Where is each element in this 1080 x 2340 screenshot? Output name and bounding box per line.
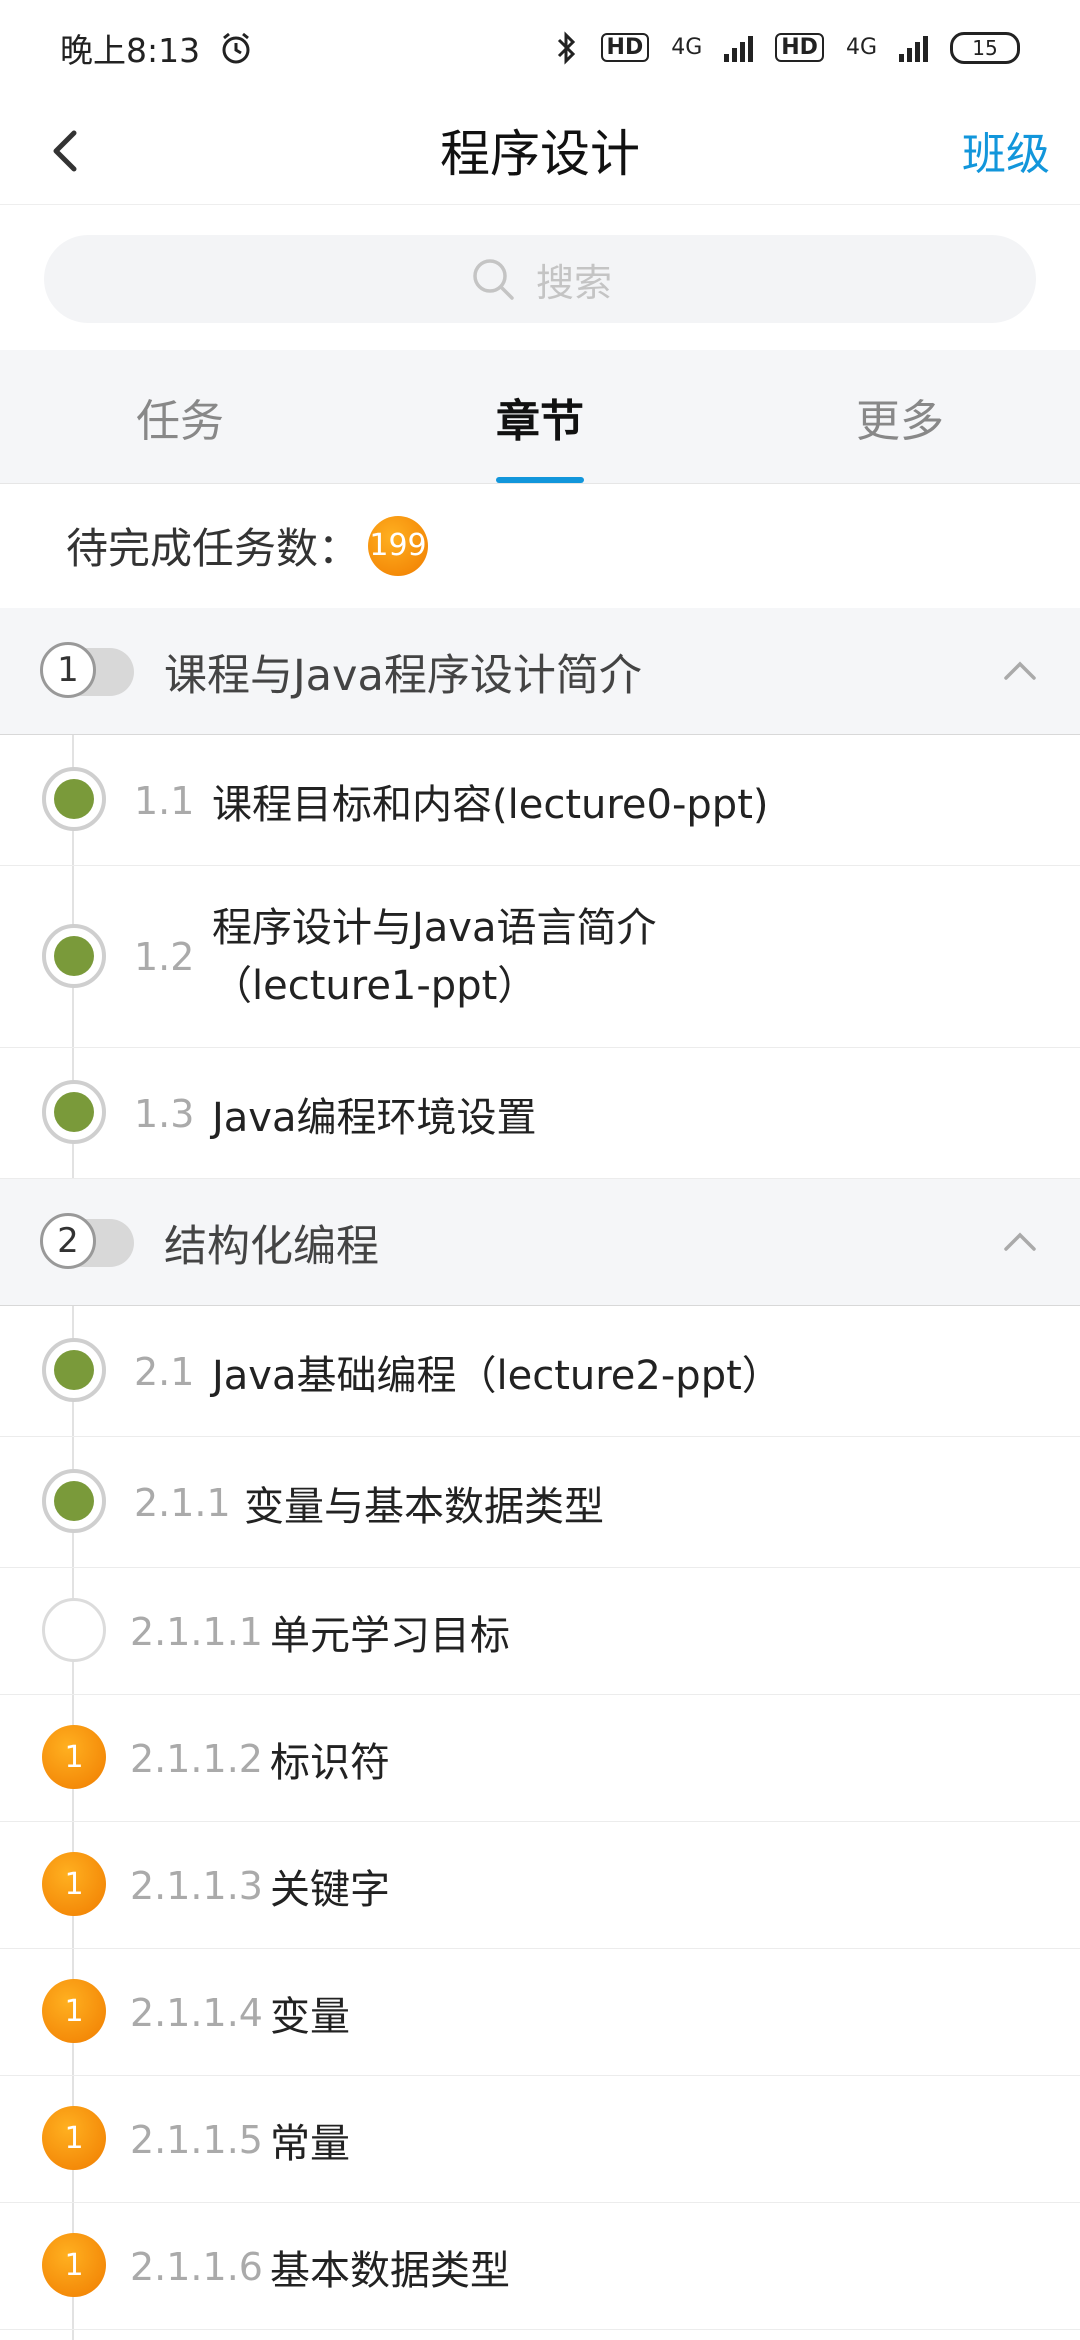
chevron-up-icon[interactable] bbox=[1000, 1223, 1040, 1263]
completed-status-icon bbox=[42, 767, 106, 831]
list-item[interactable]: 1 2.1.1.2 标识符 bbox=[0, 1695, 1080, 1822]
item-label-line2: （lecture1-ppt） bbox=[212, 963, 538, 1009]
battery-icon: 15 bbox=[950, 31, 1020, 64]
item-number: 1.1 bbox=[134, 779, 195, 823]
pending-count-icon: 1 bbox=[42, 2233, 106, 2297]
item-label: 基本数据类型 bbox=[270, 2248, 510, 2294]
status-bar: 晚上8:13 HD 4G HD 4G 15 bbox=[0, 0, 1080, 95]
item-number: 2.1.1 bbox=[134, 1481, 231, 1525]
chapter-toggle[interactable]: 2 bbox=[40, 1213, 134, 1269]
page-title: 程序设计 bbox=[440, 125, 640, 183]
item-number: 1.3 bbox=[134, 1092, 195, 1136]
signal-icon-2 bbox=[899, 34, 928, 62]
item-label: Java编程环境设置 bbox=[212, 1095, 537, 1141]
tab-chapters[interactable]: 章节 bbox=[360, 350, 720, 483]
bluetooth-icon bbox=[557, 30, 575, 65]
item-number: 2.1.1.5 bbox=[130, 2118, 263, 2162]
chapter-header-1[interactable]: 1 课程与Java程序设计简介 bbox=[0, 608, 1080, 735]
network-type-2: 4G bbox=[845, 35, 877, 60]
item-label: Java基础编程（lecture2-ppt） bbox=[212, 1353, 782, 1399]
class-button[interactable]: 班级 bbox=[962, 95, 1050, 205]
item-number: 2.1.1.4 bbox=[130, 1991, 263, 2035]
tab-bar: 任务 章节 更多 bbox=[0, 350, 1080, 484]
list-item[interactable]: 1.2 程序设计与Java语言简介 （lecture1-ppt） bbox=[0, 866, 1080, 1048]
search-area: 搜索 bbox=[0, 205, 1080, 350]
item-label-line1: 程序设计与Java语言简介 bbox=[212, 905, 657, 951]
pending-count-icon: 1 bbox=[42, 1725, 106, 1789]
pending-count-icon: 1 bbox=[42, 2106, 106, 2170]
list-item[interactable]: 2.1 Java基础编程（lecture2-ppt） bbox=[0, 1306, 1080, 1437]
not-started-status-icon bbox=[42, 1598, 106, 1662]
alarm-icon bbox=[222, 32, 250, 63]
list-item[interactable]: 1 2.1.1.6 基本数据类型 bbox=[0, 2203, 1080, 2330]
item-number: 1.2 bbox=[134, 935, 195, 979]
list-item[interactable]: 1.3 Java编程环境设置 bbox=[0, 1048, 1080, 1179]
pending-label: 待完成任务数： bbox=[66, 524, 361, 573]
chapter-number: 1 bbox=[40, 642, 96, 698]
chapter-toggle[interactable]: 1 bbox=[40, 642, 134, 698]
chapter-header-2[interactable]: 2 结构化编程 bbox=[0, 1179, 1080, 1306]
list-item[interactable]: 2.1.1 变量与基本数据类型 bbox=[0, 1437, 1080, 1568]
completed-status-icon bbox=[42, 1080, 106, 1144]
battery-level: 15 bbox=[972, 35, 998, 60]
completed-status-icon bbox=[42, 1338, 106, 1402]
item-number: 2.1.1.1 bbox=[130, 1610, 263, 1654]
signal-icon bbox=[724, 34, 754, 62]
item-number: 2.1 bbox=[134, 1350, 195, 1394]
pending-count-badge: 199 bbox=[368, 515, 429, 576]
completed-status-icon bbox=[42, 924, 106, 988]
item-number: 2.1.1.2 bbox=[130, 1737, 263, 1781]
pending-count-icon: 1 bbox=[42, 1852, 106, 1916]
hd-badge: HD bbox=[600, 33, 650, 62]
chapter-title: 课程与Java程序设计简介 bbox=[164, 651, 642, 701]
item-label: 单元学习目标 bbox=[270, 1613, 510, 1659]
chapter-number: 2 bbox=[40, 1213, 96, 1269]
hd-badge-2: HD bbox=[775, 33, 824, 62]
item-label: 程序设计与Java语言简介 （lecture1-ppt） bbox=[212, 904, 657, 1010]
chapter-title: 结构化编程 bbox=[164, 1222, 379, 1272]
item-label: 课程目标和内容(lecture0-ppt) bbox=[212, 782, 769, 828]
search-icon bbox=[473, 259, 514, 300]
chevron-up-icon[interactable] bbox=[1000, 652, 1040, 692]
list-item[interactable]: 1 2.1.1.5 常量 bbox=[0, 2076, 1080, 2203]
search-placeholder: 搜索 bbox=[535, 260, 612, 305]
nav-bar: 程序设计 班级 bbox=[0, 95, 1080, 205]
item-number: 2.1.1.6 bbox=[130, 2245, 263, 2289]
pending-tasks: 待完成任务数： 199 bbox=[0, 483, 1080, 608]
list-item[interactable]: 1 2.1.1.4 变量 bbox=[0, 1949, 1080, 2076]
item-number: 2.1.1.3 bbox=[130, 1864, 263, 1908]
network-type: 4G bbox=[671, 35, 703, 60]
completed-status-icon bbox=[42, 1469, 106, 1533]
pending-count-icon: 1 bbox=[42, 1979, 106, 2043]
item-label: 变量与基本数据类型 bbox=[244, 1484, 604, 1530]
chapter-list: 1 课程与Java程序设计简介 1.1 课程目标和内容(lecture0-ppt… bbox=[0, 608, 1080, 2340]
item-label: 标识符 bbox=[270, 1740, 390, 1786]
tab-more[interactable]: 更多 bbox=[720, 350, 1080, 483]
status-right: HD 4G HD 4G 15 bbox=[555, 30, 1020, 66]
item-label: 关键字 bbox=[270, 1867, 390, 1913]
list-item[interactable]: 1.1 课程目标和内容(lecture0-ppt) bbox=[0, 735, 1080, 866]
search-input[interactable]: 搜索 bbox=[44, 235, 1036, 323]
item-label: 变量 bbox=[270, 1994, 350, 2040]
status-time: 晚上8:13 bbox=[60, 30, 201, 70]
item-label: 常量 bbox=[270, 2121, 350, 2167]
list-item[interactable]: 2.1.1.1 单元学习目标 bbox=[0, 1568, 1080, 1695]
list-item[interactable]: 1 2.1.1.3 关键字 bbox=[0, 1822, 1080, 1949]
back-arrow-icon[interactable] bbox=[38, 121, 98, 181]
status-left: 晚上8:13 bbox=[60, 24, 254, 72]
tab-tasks[interactable]: 任务 bbox=[0, 350, 360, 483]
